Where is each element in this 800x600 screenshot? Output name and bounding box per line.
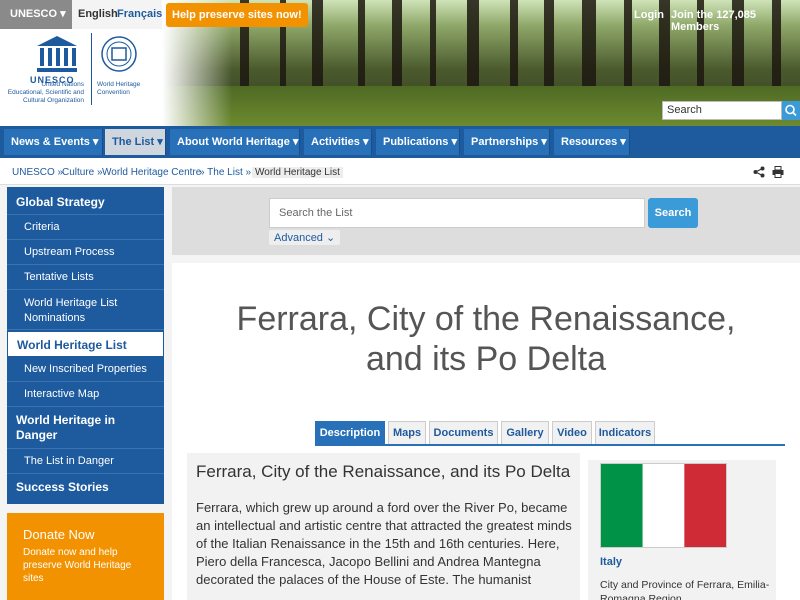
country-link[interactable]: Italy — [600, 556, 622, 568]
site-location: City and Province of Ferrara, Emilia-Rom… — [600, 579, 770, 600]
un-organization-text: United Nations Educational, Scientific a… — [7, 81, 84, 104]
breadcrumb-culture[interactable]: Culture » — [62, 167, 103, 178]
sidebar-item-tentative-lists[interactable]: Tentative Lists — [7, 265, 164, 290]
nav-the-list[interactable]: The List ▾ — [105, 129, 166, 155]
sidebar-item-world-heritage-list[interactable]: World Heritage List — [7, 331, 164, 357]
nav-publications[interactable]: Publications ▾ — [376, 129, 460, 155]
sidebar-item-interactive-map[interactable]: Interactive Map — [7, 382, 164, 407]
nav-activities[interactable]: Activities ▾ — [304, 129, 372, 155]
breadcrumb-current: World Heritage List — [252, 167, 343, 178]
main-navigation: News & Events ▾ The List ▾ About World H… — [0, 126, 800, 158]
nav-resources[interactable]: Resources ▾ — [554, 129, 630, 155]
header-search-button[interactable] — [782, 101, 800, 120]
sidebar-item-new-inscribed[interactable]: New Inscribed Properties — [7, 357, 164, 382]
donate-title: Donate Now — [23, 527, 95, 542]
tab-description[interactable]: Description — [315, 421, 385, 445]
unesco-menu-button[interactable]: UNESCO ▾ — [0, 0, 72, 29]
description-panel: Ferrara, City of the Renaissance, and it… — [187, 453, 580, 600]
share-icon[interactable] — [753, 166, 765, 178]
sidebar-item-nominations[interactable]: World Heritage List Nominations — [7, 290, 164, 330]
sidebar-item-in-danger[interactable]: World Heritage in Danger — [7, 407, 164, 449]
join-members-link[interactable]: Join the 127,085 Members — [671, 9, 800, 33]
donate-text: Donate now and help preserve World Herit… — [23, 547, 132, 584]
sidebar-item-success-stories[interactable]: Success Stories — [7, 474, 164, 504]
sidebar-item-criteria[interactable]: Criteria — [7, 215, 164, 240]
tab-gallery[interactable]: Gallery — [501, 421, 549, 445]
whc-text: World Heritage Convention — [97, 81, 141, 96]
sidebar-item-upstream-process[interactable]: Upstream Process — [7, 240, 164, 265]
main-content: Ferrara, City of the Renaissance, and it… — [172, 263, 800, 600]
breadcrumb-whc[interactable]: World Heritage Centre — [102, 167, 201, 178]
language-french-link[interactable]: Français — [117, 8, 162, 20]
search-icon — [785, 104, 797, 117]
donate-box[interactable]: Donate Now Donate now and help preserve … — [7, 513, 164, 600]
sidebar-item-list-in-danger[interactable]: The List in Danger — [7, 449, 164, 474]
nav-about-world-heritage[interactable]: About World Heritage ▾ — [170, 129, 300, 155]
description-text: Ferrara, which grew up around a ford ove… — [196, 500, 572, 587]
sidebar-item-global-strategy[interactable]: Global Strategy — [7, 187, 164, 215]
list-search-button[interactable]: Search — [648, 198, 698, 228]
page-title: Ferrara, City of the Renaissance, and it… — [172, 299, 800, 379]
description-title: Ferrara, City of the Renaissance, and it… — [196, 462, 571, 481]
logo-divider — [91, 33, 92, 105]
top-bar: UNESCO ▾ English Français Help preserve … — [0, 0, 800, 33]
nav-partnerships[interactable]: Partnerships ▾ — [464, 129, 550, 155]
nav-news-events[interactable]: News & Events ▾ — [4, 129, 103, 155]
tab-indicators[interactable]: Indicators — [595, 421, 655, 445]
language-english-link[interactable]: English — [78, 8, 118, 20]
breadcrumb: UNESCO » Culture » World Heritage Centre… — [0, 158, 800, 185]
breadcrumb-the-list[interactable]: » The List » — [199, 167, 251, 178]
list-search-band: Search the List Search Advanced ⌄ — [172, 187, 800, 255]
unesco-whc-logo[interactable]: UNESCO United Nations Educational, Scien… — [0, 29, 162, 126]
help-preserve-button[interactable]: Help preserve sites now! — [166, 3, 308, 27]
print-icon[interactable] — [772, 166, 784, 178]
page-title-line-1: Ferrara, City of the Renaissance, — [236, 300, 736, 338]
site-info-panel: Italy City and Province of Ferrara, Emil… — [588, 460, 776, 600]
world-heritage-emblem-icon — [101, 36, 137, 72]
tab-maps[interactable]: Maps — [388, 421, 426, 445]
tab-video[interactable]: Video — [552, 421, 592, 445]
unesco-temple-icon — [37, 36, 77, 72]
tab-documents[interactable]: Documents — [429, 421, 498, 445]
sidebar: Global Strategy Criteria Upstream Proces… — [7, 187, 164, 504]
italy-flag-icon — [600, 463, 727, 548]
page-title-line-2: and its Po Delta — [365, 340, 607, 378]
breadcrumb-unesco[interactable]: UNESCO » — [12, 167, 63, 178]
header-search-input[interactable]: Search — [662, 101, 782, 120]
login-link[interactable]: Login — [634, 9, 664, 21]
tab-underline — [315, 444, 785, 446]
list-search-input[interactable]: Search the List — [269, 198, 645, 228]
advanced-search-toggle[interactable]: Advanced ⌄ — [269, 230, 341, 245]
